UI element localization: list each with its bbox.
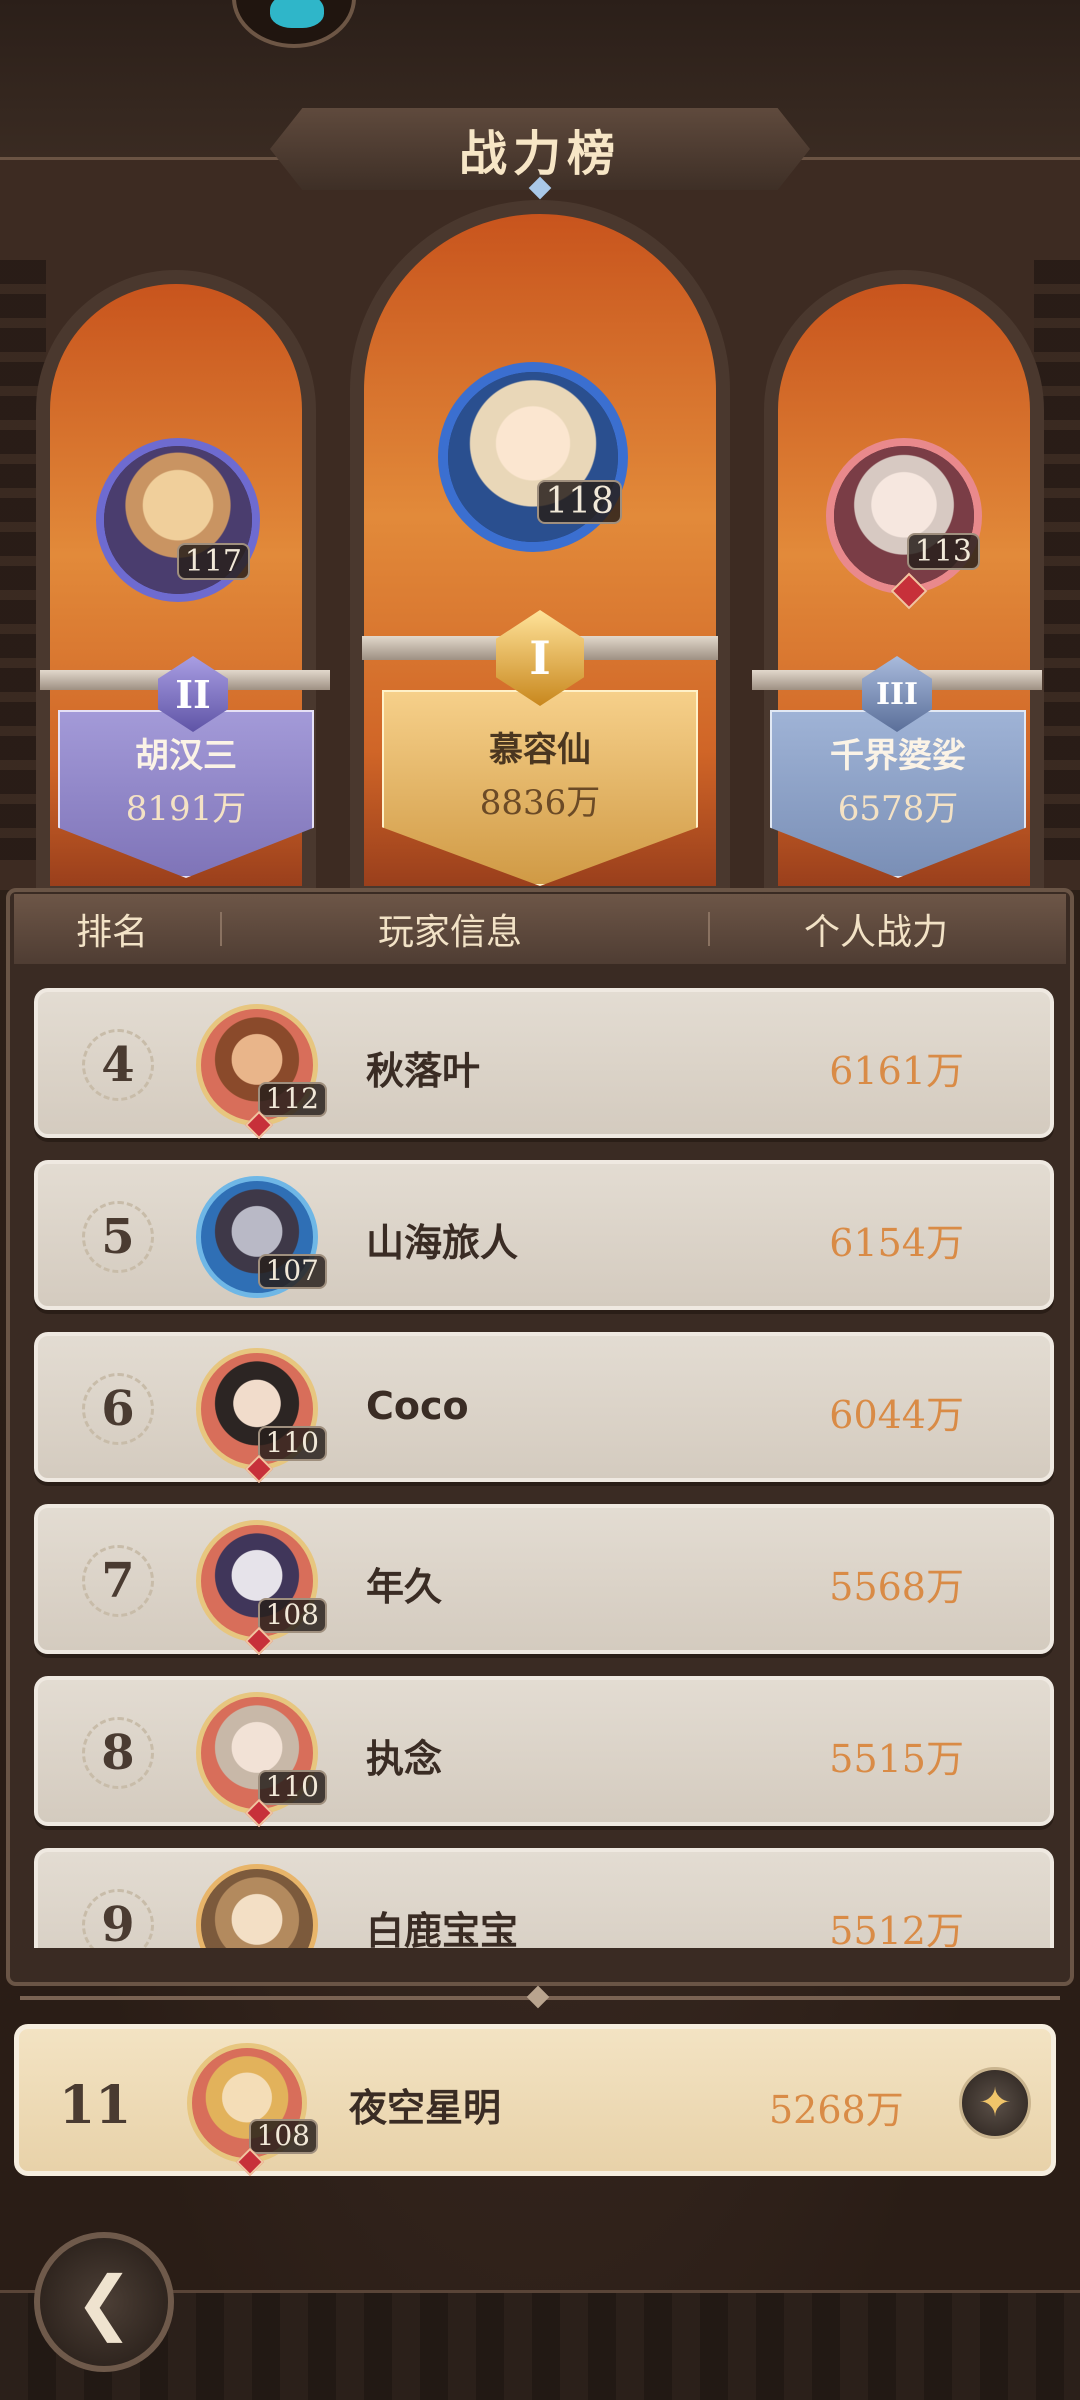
player-power: 6578万	[837, 789, 959, 829]
top3-avatar-2[interactable]: 117	[96, 438, 260, 602]
player-power: 6154万	[829, 1221, 964, 1265]
player-power: 6044万	[829, 1393, 964, 1437]
table-header: 排名 玩家信息 个人战力	[14, 894, 1066, 964]
avatar[interactable]: 110	[196, 1692, 327, 1828]
player-name: 千界婆娑	[830, 736, 966, 776]
rank-number: 4	[82, 1029, 154, 1101]
player-name: Coco	[366, 1384, 469, 1428]
avatar[interactable]	[196, 1864, 318, 1948]
share-icon: ✦	[978, 2080, 1012, 2126]
top3-avatar-1[interactable]: 118	[438, 362, 628, 552]
avatar[interactable]: 112	[196, 1004, 327, 1140]
player-power: 5268万	[769, 2088, 904, 2132]
player-power: 6161万	[829, 1049, 964, 1093]
level-badge: 118	[537, 480, 622, 524]
ranking-table: 排名 玩家信息 个人战力 4 112 秋落叶 6161万 5 107 山海旅人 …	[6, 888, 1074, 1986]
player-name: 白鹿宝宝	[366, 1909, 519, 1948]
rank-number: 8	[82, 1717, 154, 1789]
header-rank: 排名	[76, 912, 149, 953]
player-power: 5515万	[829, 1737, 964, 1781]
table-row[interactable]: 5 107 山海旅人 6154万	[34, 1160, 1054, 1310]
rank-number: 6	[82, 1373, 154, 1445]
player-name: 胡汉三	[135, 736, 237, 776]
player-name: 山海旅人	[366, 1221, 519, 1265]
level-badge: 108	[257, 1598, 327, 1633]
table-row[interactable]: 6 110 Coco 6044万	[34, 1332, 1054, 1484]
player-name: 慕容仙	[489, 730, 591, 770]
avatar[interactable]: 108	[196, 1520, 327, 1656]
player-power: 8191万	[125, 789, 247, 829]
top3-plaque-2[interactable]: 胡汉三 8191万	[58, 710, 314, 878]
header-power: 个人战力	[804, 912, 949, 953]
top3-avatar-3[interactable]: 113	[826, 438, 982, 610]
top3-plaque-3[interactable]: 千界婆娑 6578万	[770, 710, 1026, 878]
player-name: 夜空星明	[349, 2086, 502, 2130]
top-emblem-icon	[232, 0, 356, 48]
self-ranking-row[interactable]: 11 108 夜空星明 5268万 ✦	[14, 2024, 1056, 2177]
avatar[interactable]: 110	[196, 1348, 327, 1484]
player-power: 5512万	[829, 1909, 964, 1948]
level-badge: 117	[176, 543, 250, 580]
top3-plaque-1[interactable]: 慕容仙 8836万	[382, 690, 698, 886]
table-row[interactable]: 7 108 年久 5568万	[34, 1504, 1054, 1656]
rank-number: 5	[82, 1201, 154, 1273]
rank-number: 9	[82, 1889, 154, 1948]
header-player: 玩家信息	[378, 912, 523, 953]
avatar[interactable]: 108	[187, 2043, 318, 2177]
ranking-list[interactable]: 4 112 秋落叶 6161万 5 107 山海旅人 6154万 6 110 C…	[24, 988, 1064, 1948]
share-button[interactable]: ✦	[959, 2067, 1031, 2139]
player-power: 8836万	[479, 783, 601, 823]
level-badge: 110	[257, 1426, 327, 1461]
level-badge: 112	[257, 1082, 327, 1117]
level-badge: 108	[248, 2119, 318, 2154]
table-row[interactable]: 9 白鹿宝宝 5512万	[34, 1848, 1054, 1948]
player-power: 5568万	[829, 1565, 964, 1609]
player-name: 执念	[366, 1737, 443, 1781]
level-badge: 107	[257, 1254, 327, 1289]
back-button[interactable]: ❮	[34, 2232, 174, 2372]
back-arrow-icon: ❮	[74, 2261, 134, 2343]
avatar[interactable]: 107	[196, 1176, 327, 1298]
level-badge: 110	[257, 1770, 327, 1805]
self-rank: 11	[59, 2075, 132, 2136]
table-row[interactable]: 8 110 执念 5515万	[34, 1676, 1054, 1828]
player-name: 年久	[366, 1565, 443, 1609]
table-row[interactable]: 4 112 秋落叶 6161万	[34, 988, 1054, 1140]
page-title: 战力榜	[458, 126, 621, 182]
level-badge: 113	[906, 533, 980, 570]
rank-number: 7	[82, 1545, 154, 1617]
player-name: 秋落叶	[366, 1049, 481, 1093]
